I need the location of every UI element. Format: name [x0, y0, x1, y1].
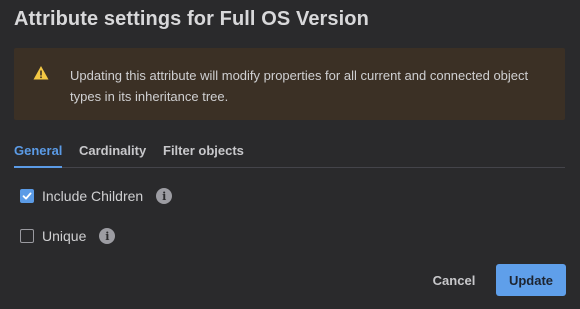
- warning-triangle-icon: [33, 65, 49, 81]
- warning-banner: Updating this attribute will modify prop…: [14, 48, 565, 120]
- attribute-settings-dialog: Attribute settings for Full OS Version U…: [0, 0, 580, 309]
- info-icon[interactable]: i: [156, 188, 173, 204]
- unique-label: Unique: [42, 228, 87, 244]
- tab-cardinality[interactable]: Cardinality: [79, 143, 146, 166]
- include-children-checkbox[interactable]: [20, 189, 34, 203]
- unique-checkbox[interactable]: [20, 229, 34, 243]
- tab-bar: General Cardinality Filter objects: [14, 136, 565, 168]
- tab-general[interactable]: General: [14, 143, 63, 168]
- include-children-option: Include Children i: [20, 187, 173, 205]
- info-icon[interactable]: i: [99, 228, 116, 244]
- include-children-label: Include Children: [42, 188, 144, 204]
- cancel-button[interactable]: Cancel: [420, 264, 488, 296]
- update-button[interactable]: Update: [496, 264, 566, 296]
- checkmark-icon: [22, 192, 32, 200]
- dialog-title: Attribute settings for Full OS Version: [14, 8, 369, 30]
- tab-filter-objects[interactable]: Filter objects: [163, 143, 244, 166]
- warning-message: Updating this attribute will modify prop…: [70, 68, 529, 104]
- unique-option: Unique i: [20, 227, 116, 245]
